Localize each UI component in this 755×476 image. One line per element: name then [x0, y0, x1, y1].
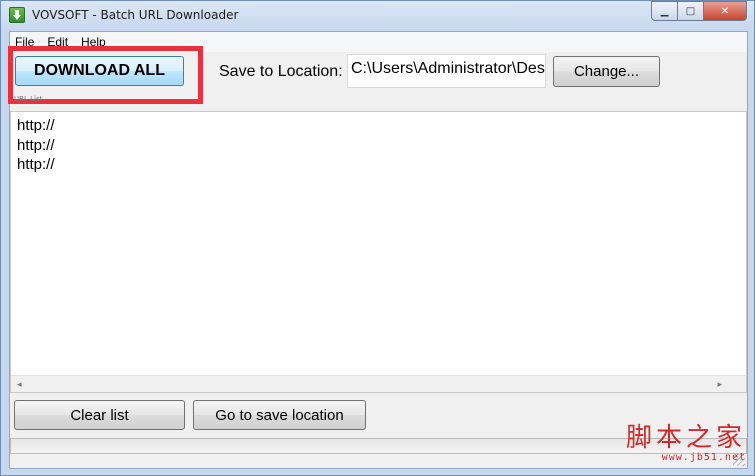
scroll-left-icon[interactable]: ◂: [17, 380, 22, 390]
scroll-right-icon[interactable]: ▸: [717, 380, 722, 390]
watermark-name: 脚本之家: [625, 423, 746, 453]
menu-file[interactable]: File: [15, 35, 34, 49]
app-download-icon: [9, 7, 25, 23]
watermark-url: www.jb51.net: [661, 452, 746, 463]
app-window: VOVSOFT - Batch URL Downloader ▁ □ ✕ Fil…: [0, 0, 755, 476]
url-line: http://: [17, 136, 55, 154]
menu-edit[interactable]: Edit: [47, 35, 68, 49]
minimize-icon: ▁: [660, 5, 669, 17]
close-icon: ✕: [720, 5, 730, 17]
save-location-label: Save to Location:: [219, 63, 343, 80]
url-lines: http:// http:// http://: [17, 116, 55, 175]
clear-list-button[interactable]: Clear list: [14, 400, 185, 430]
horizontal-scrollbar[interactable]: ◂ ▸: [11, 375, 746, 392]
caption-buttons: ▁ □ ✕: [651, 1, 747, 21]
url-list-label: URL List: [14, 95, 43, 103]
menu-help[interactable]: Help: [81, 35, 106, 49]
watermark: 脚本之家 www.jb51.net: [626, 424, 746, 463]
maximize-icon: □: [685, 5, 696, 17]
change-button[interactable]: Change...: [553, 56, 660, 87]
go-to-save-location-button[interactable]: Go to save location: [193, 400, 366, 430]
client-area: File Edit Help DOWNLOAD ALL Save to Loca…: [8, 31, 748, 469]
menu-bar: File Edit Help: [10, 32, 747, 52]
url-line: http://: [17, 117, 55, 134]
url-list-textarea[interactable]: http:// http:// http:// ◂ ▸: [10, 111, 747, 393]
window-title: VOVSOFT - Batch URL Downloader: [32, 8, 239, 22]
title-bar[interactable]: VOVSOFT - Batch URL Downloader ▁ □ ✕: [1, 1, 754, 31]
maximize-button[interactable]: □: [677, 1, 704, 21]
minimize-button[interactable]: ▁: [651, 1, 678, 21]
download-all-button[interactable]: DOWNLOAD ALL: [15, 56, 184, 86]
save-location-field[interactable]: C:\Users\Administrator\Des: [347, 54, 546, 88]
close-button[interactable]: ✕: [703, 1, 747, 21]
url-line: http://: [17, 156, 55, 173]
